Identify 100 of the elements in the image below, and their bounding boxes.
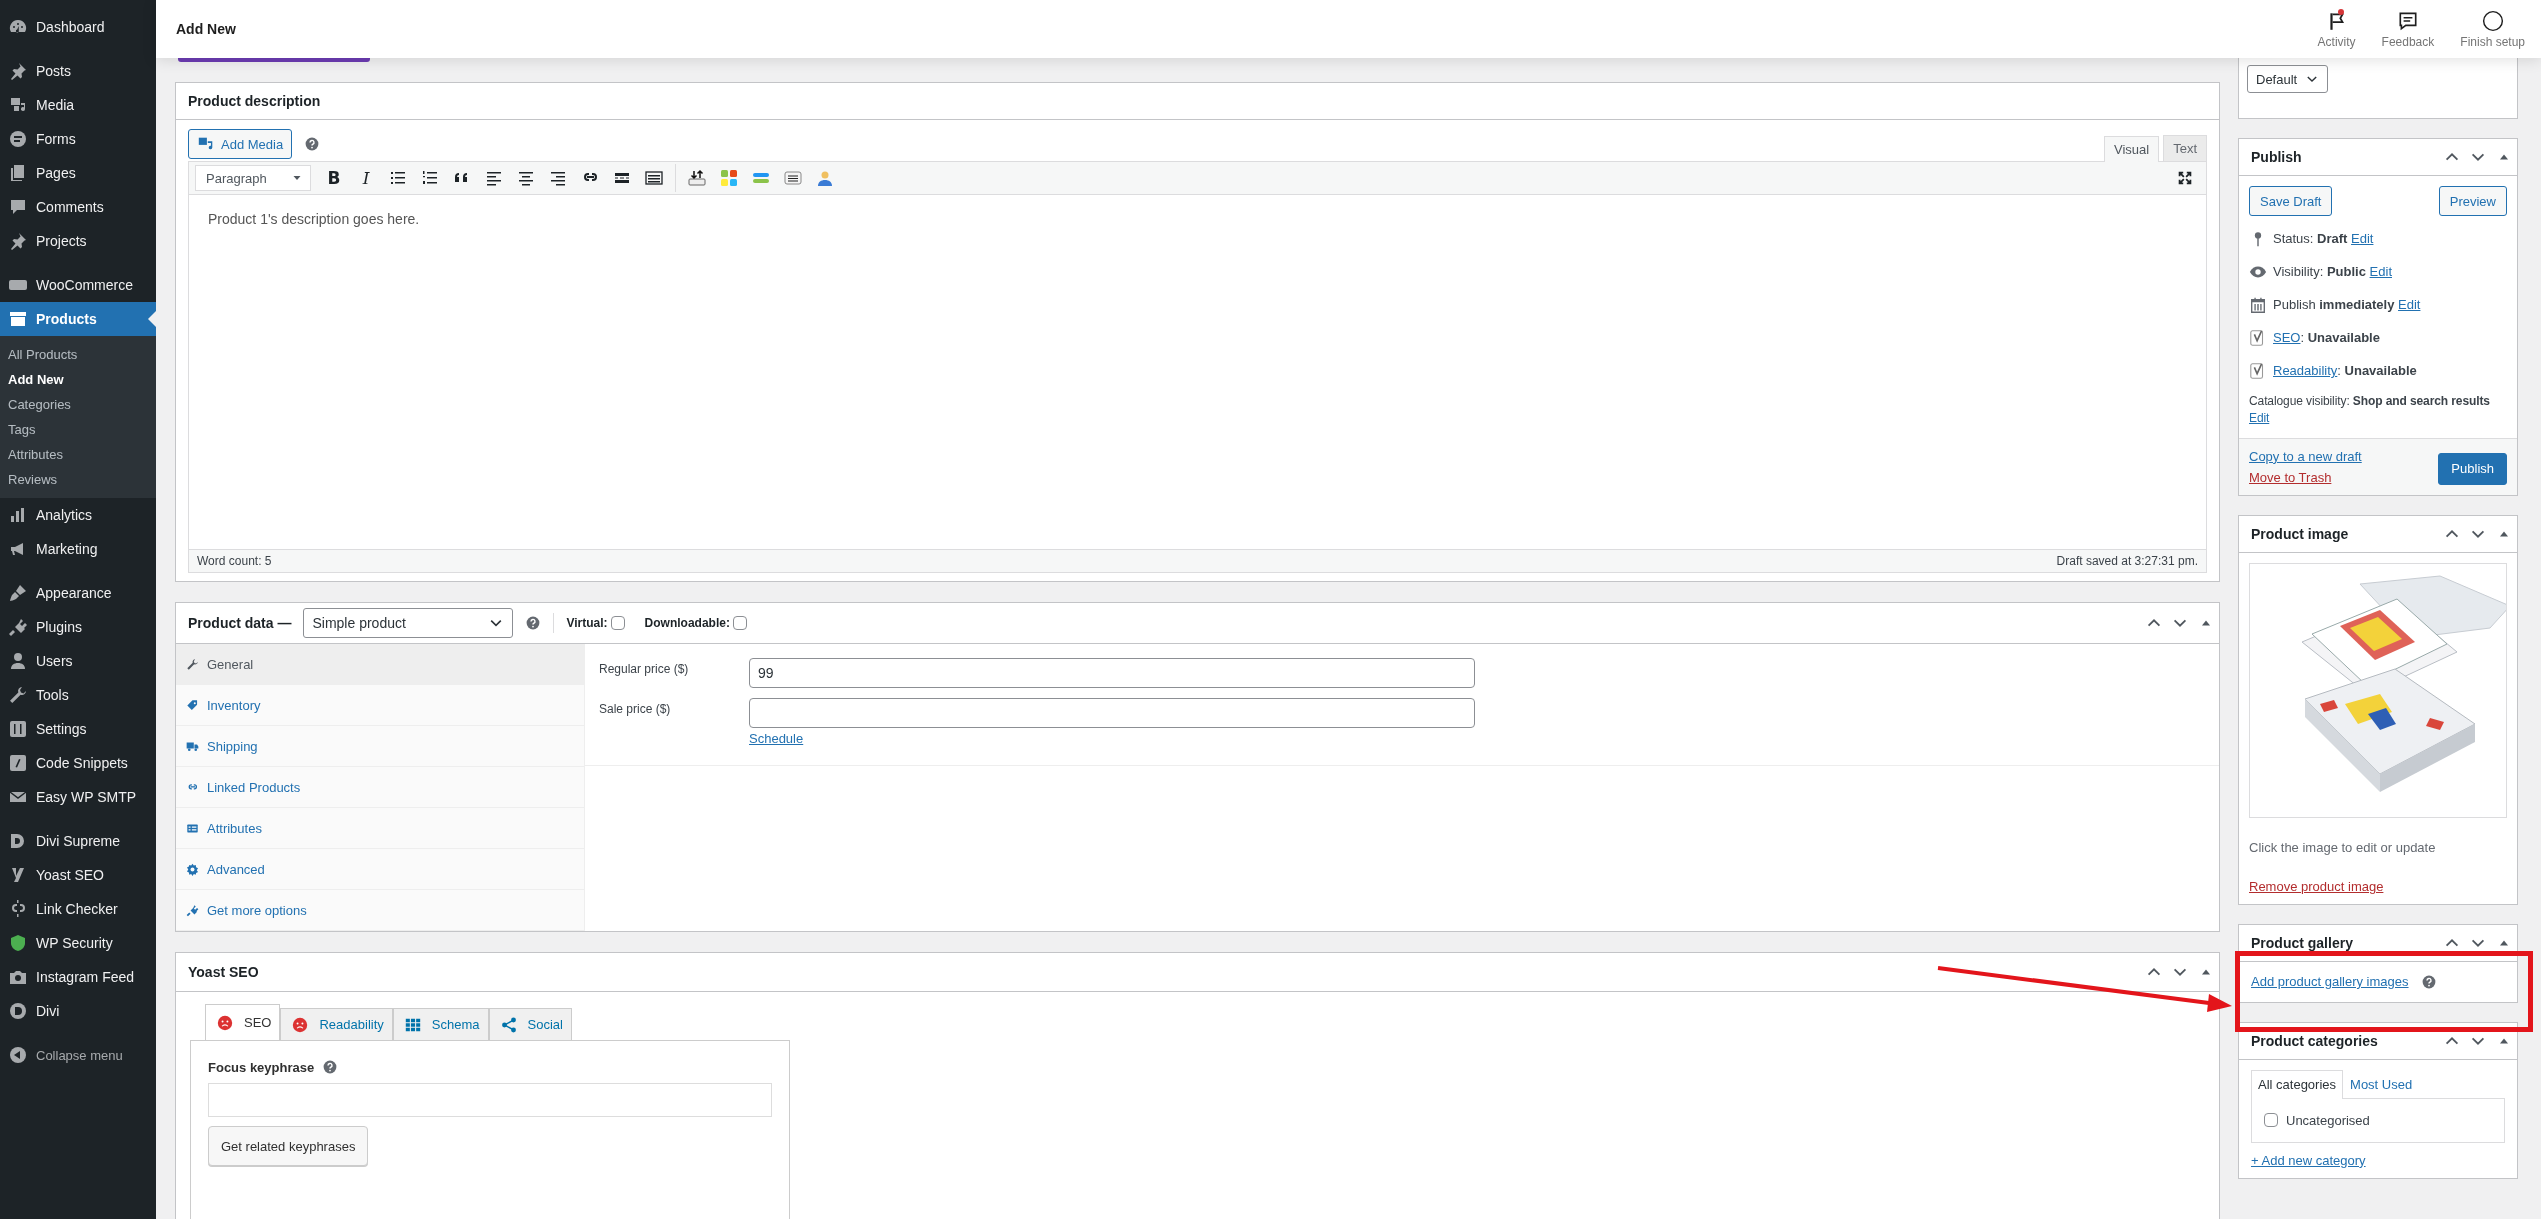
edit-link[interactable]: Edit — [2249, 411, 2270, 426]
add-gallery-images-link[interactable]: Add product gallery images — [2251, 974, 2409, 990]
brush-icon — [8, 583, 28, 603]
checkbox[interactable] — [610, 616, 625, 630]
product-data-tab[interactable]: Attributes — [176, 808, 584, 849]
toolbar-action[interactable]: Finish setup — [2456, 9, 2529, 49]
sad-face-icon — [216, 1013, 234, 1032]
edit-link[interactable]: Edit — [2398, 297, 2421, 312]
product-type-select[interactable]: Simple product — [303, 608, 514, 638]
calendar-icon — [2249, 295, 2267, 314]
submenu-item[interactable]: Add New — [0, 367, 156, 392]
panel-title: Product data — — [188, 615, 292, 631]
collapse-icon — [8, 1045, 28, 1065]
schedule-link[interactable]: Schedule — [749, 731, 1475, 746]
price-field[interactable] — [749, 698, 1475, 728]
collapse-menu-button[interactable]: Collapse menu — [0, 1038, 156, 1072]
submenu-item[interactable]: Categories — [0, 392, 156, 417]
option-checkbox[interactable]: Virtual: — [566, 616, 625, 630]
edit-link[interactable]: Edit — [2351, 231, 2374, 246]
menu-item[interactable]: Instagram Feed — [0, 960, 156, 994]
submenu-item[interactable]: Reviews — [0, 467, 156, 492]
publish-info: Status: Draft Edit — [2273, 231, 2374, 246]
menu-item[interactable]: Divi — [0, 994, 156, 1028]
menu-item[interactable]: Products — [0, 302, 156, 336]
code-icon — [8, 753, 28, 773]
menu-item[interactable]: Analytics — [0, 498, 156, 532]
menu-item[interactable]: Users — [0, 644, 156, 678]
user-icon — [8, 651, 28, 671]
menu-item[interactable]: Projects — [0, 224, 156, 258]
menu-item[interactable]: Pages — [0, 156, 156, 190]
seo-tab[interactable]: Social — [488, 1008, 572, 1040]
publish-button[interactable]: Publish — [2438, 452, 2507, 485]
product-data-tab[interactable]: Linked Products — [176, 767, 584, 808]
sliders-icon — [8, 719, 28, 739]
preview-button[interactable]: Preview — [2438, 186, 2507, 216]
seo-tab[interactable]: Readability — [280, 1008, 393, 1040]
menu-item[interactable]: Tools — [0, 678, 156, 712]
panel-title: Product image — [2251, 525, 2349, 542]
menu-item[interactable]: Marketing — [0, 532, 156, 566]
menu-item[interactable]: Comments — [0, 190, 156, 224]
format-button[interactable]: B — [319, 164, 349, 192]
seo-tab[interactable]: Schema — [392, 1008, 489, 1040]
submenu-item[interactable]: Attributes — [0, 442, 156, 467]
edit-link[interactable]: Edit — [2369, 264, 2392, 279]
option-checkbox[interactable]: Downloadable: — [644, 616, 747, 630]
add-category-link[interactable]: + Add new category — [2251, 1152, 2366, 1168]
product-data-tab[interactable]: General — [176, 644, 584, 685]
menu-item[interactable]: Divi Supreme — [0, 824, 156, 858]
remove-image-link[interactable]: Remove product image — [2249, 878, 2384, 894]
menu-item[interactable]: Appearance — [0, 576, 156, 610]
menu-item[interactable]: Yoast SEO — [0, 858, 156, 892]
word-count: Word count: 5 — [197, 554, 272, 568]
publish-info: Readability: Unavailable — [2273, 363, 2417, 378]
wrench-icon — [186, 657, 199, 671]
logo-icon — [8, 1001, 28, 1021]
menu-item[interactable]: Code Snippets — [0, 746, 156, 780]
menu-item[interactable]: WP Security — [0, 926, 156, 960]
editor-tab[interactable]: Text — [2163, 135, 2207, 161]
menu-item[interactable]: Plugins — [0, 610, 156, 644]
template-select[interactable]: Default — [2247, 65, 2329, 93]
related-keyphrases-button[interactable]: Get related keyphrases — [208, 1126, 369, 1166]
format-select[interactable]: Paragraph — [195, 165, 311, 191]
submenu-item[interactable]: All Products — [0, 342, 156, 367]
sad-face-icon — [291, 1015, 310, 1034]
image-hint: Click the image to edit or update — [2249, 839, 2437, 855]
publish-info: Visibility: Public Edit — [2273, 264, 2392, 279]
product-data-tab[interactable]: Shipping — [176, 726, 584, 767]
trash-link[interactable]: Move to Trash — [2249, 469, 2362, 485]
save-draft-button[interactable]: Save Draft — [2249, 186, 2333, 216]
menu-item[interactable]: Settings — [0, 712, 156, 746]
checkbox[interactable] — [2264, 1113, 2278, 1128]
menu-item[interactable]: Forms — [0, 122, 156, 156]
product-data-tab[interactable]: Get more options — [176, 890, 584, 931]
field-label: Regular price ($) — [599, 661, 690, 678]
shield-icon — [8, 933, 28, 953]
panel-title: Product description — [188, 93, 321, 109]
checkbox[interactable] — [732, 616, 747, 630]
toolbar-action[interactable]: Activity — [2313, 9, 2360, 49]
seo-tab[interactable]: SEO — [205, 1004, 281, 1040]
menu-item[interactable]: Media — [0, 88, 156, 122]
menu-item[interactable]: Easy WP SMTP — [0, 780, 156, 814]
menu-item[interactable]: Posts — [0, 54, 156, 88]
menu-item[interactable]: WooCommerce — [0, 268, 156, 302]
comment-icon — [8, 197, 28, 217]
keyphrase-field[interactable] — [208, 1083, 772, 1117]
product-data-tab[interactable]: Advanced — [176, 849, 584, 890]
menu-item[interactable]: Link Checker — [0, 892, 156, 926]
editor-tab[interactable]: Visual — [2103, 136, 2160, 162]
category-tab[interactable]: All categories — [2251, 1069, 2344, 1099]
add-media-button[interactable]: Add Media — [188, 129, 293, 159]
product-data-tab[interactable]: Inventory — [176, 685, 584, 726]
format-button[interactable]: I — [351, 164, 381, 192]
menu-item[interactable]: Dashboard — [0, 10, 156, 44]
category-tab[interactable]: Most Used — [2343, 1069, 2420, 1098]
submenu-item[interactable]: Tags — [0, 417, 156, 442]
note-icon — [783, 168, 803, 188]
publish-info: Publish immediately Edit — [2273, 297, 2421, 312]
price-field[interactable]: 99 — [749, 658, 1475, 688]
copy-draft-link[interactable]: Copy to a new draft — [2249, 448, 2362, 464]
toolbar-action[interactable]: Feedback — [2377, 9, 2439, 49]
